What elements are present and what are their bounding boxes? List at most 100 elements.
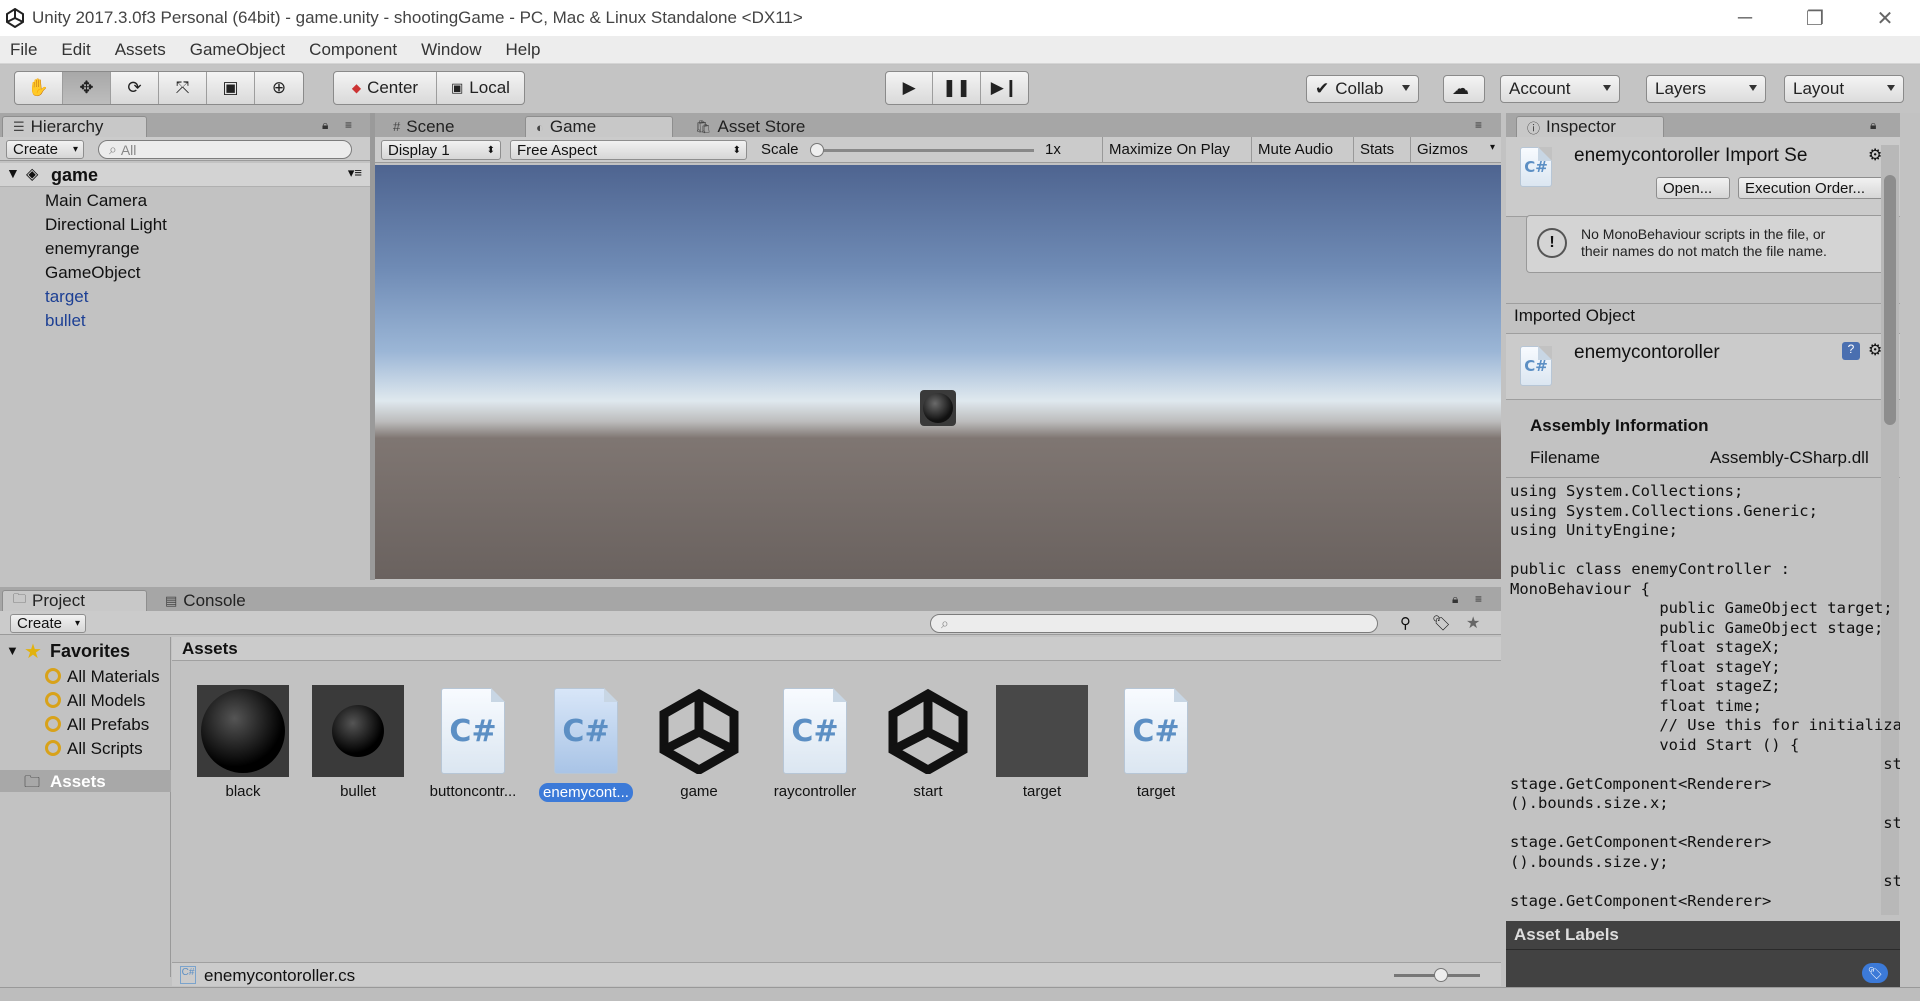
favorites-item[interactable]: All Scripts	[45, 739, 143, 759]
display-dropdown[interactable]: Display 1 ⬍	[381, 140, 501, 160]
scale-label: Scale	[761, 141, 799, 158]
step-icon[interactable]: ▶❙	[981, 72, 1028, 104]
tag-icon[interactable]: 🏷︎	[1862, 963, 1888, 983]
stats-toggle[interactable]: Stats	[1353, 137, 1400, 162]
hierarchy-create-dropdown[interactable]: Create ▾	[6, 140, 84, 159]
asset-tile[interactable]: black	[188, 685, 298, 800]
game-viewport[interactable]	[375, 165, 1501, 579]
gizmos-dropdown[interactable]: Gizmos ▾	[1410, 137, 1501, 162]
panel-menu-icon[interactable]: ≡	[1475, 118, 1495, 132]
lock-icon[interactable]: 🔒︎	[1870, 118, 1890, 132]
scale-slider[interactable]	[812, 149, 1034, 152]
scrollbar-thumb[interactable]	[1884, 175, 1896, 425]
tab-project[interactable]: 🗀 Project	[2, 590, 147, 611]
project-search-input[interactable]: ⌕	[930, 614, 1378, 633]
grid-icon: #	[393, 119, 401, 134]
asset-tile-selected[interactable]: C# enemycont...	[531, 685, 641, 807]
icon-size-slider-thumb[interactable]	[1434, 968, 1448, 982]
menu-component[interactable]: Component	[309, 40, 397, 60]
filter-type-icon[interactable]: ⚲	[1400, 614, 1411, 632]
asset-tile[interactable]: game	[644, 685, 754, 800]
console-tab-label: Console	[183, 590, 246, 610]
hierarchy-search-input[interactable]: ⌕ All	[98, 140, 352, 159]
hierarchy-item[interactable]: bullet	[45, 311, 86, 331]
play-icon[interactable]: ▶	[886, 72, 934, 104]
hierarchy-item[interactable]: GameObject	[45, 263, 140, 283]
rotate-tool-icon[interactable]: ⟳	[111, 72, 159, 104]
menu-help[interactable]: Help	[506, 40, 541, 60]
tab-hierarchy[interactable]: ☰ Hierarchy	[2, 116, 147, 137]
help-icon[interactable]: ?	[1842, 342, 1860, 360]
tab-scene[interactable]: # Scene	[383, 116, 523, 137]
maximize-on-play-toggle[interactable]: Maximize On Play	[1102, 137, 1236, 162]
hierarchy-item[interactable]: Directional Light	[45, 215, 167, 235]
pivot-local-button[interactable]: ▣ Local	[437, 72, 524, 104]
expand-arrow-icon[interactable]: ▼	[6, 165, 20, 181]
mute-audio-toggle[interactable]: Mute Audio	[1251, 137, 1339, 162]
open-button[interactable]: Open...	[1656, 177, 1730, 199]
favorites-item[interactable]: All Prefabs	[45, 715, 149, 735]
restore-button[interactable]: ❐	[1780, 0, 1850, 36]
menu-assets[interactable]: Assets	[115, 40, 166, 60]
csharp-file-icon: C#	[1520, 346, 1552, 386]
project-create-dropdown[interactable]: Create ▾	[10, 614, 86, 633]
hierarchy-item[interactable]: enemyrange	[45, 239, 140, 259]
tab-inspector[interactable]: ⓘ Inspector	[1516, 116, 1664, 137]
scale-slider-thumb[interactable]	[810, 143, 824, 157]
asset-tile[interactable]: C# raycontroller	[760, 685, 870, 800]
pivot-center-button[interactable]: ◆ Center	[334, 72, 437, 104]
transform-tool-icon[interactable]: ⊕	[255, 72, 303, 104]
assets-folder-row[interactable]: 🗀 Assets	[0, 770, 171, 792]
execution-order-button[interactable]: Execution Order...	[1738, 177, 1886, 199]
close-button[interactable]: ✕	[1850, 0, 1920, 36]
unity-scene-icon	[882, 685, 974, 777]
menu-bar: File Edit Assets GameObject Component Wi…	[0, 36, 1920, 64]
hierarchy-tab-label: Hierarchy	[30, 117, 104, 136]
asset-tile[interactable]: C# buttoncontr...	[418, 685, 528, 800]
layers-dropdown[interactable]: Layers	[1646, 75, 1766, 103]
rect-tool-icon[interactable]: ▣	[207, 72, 255, 104]
tab-game[interactable]: ◐ Game	[525, 116, 673, 137]
csharp-file-icon: C#	[1520, 147, 1552, 187]
scene-row[interactable]: ▼ ◈ game ▾≡	[0, 163, 370, 187]
breadcrumb[interactable]: Assets	[182, 639, 238, 659]
tab-asset-store[interactable]: 🛍︎ Asset Store	[685, 116, 845, 137]
tab-console[interactable]: ▤ Console	[155, 590, 275, 611]
scale-tool-icon[interactable]: ⤧	[159, 72, 207, 104]
search-icon	[45, 716, 61, 732]
check-icon: ✔	[1315, 79, 1330, 98]
pause-icon[interactable]: ❚❚	[933, 72, 981, 104]
collab-dropdown[interactable]: ✔ Collab	[1306, 75, 1419, 103]
expand-arrow-icon[interactable]: ▼	[6, 643, 19, 658]
favorites-item[interactable]: All Materials	[45, 667, 160, 687]
account-dropdown[interactable]: Account	[1500, 75, 1620, 103]
asset-tile[interactable]: C# target	[1101, 685, 1211, 800]
favorites-label[interactable]: Favorites	[50, 641, 130, 662]
menu-gameobject[interactable]: GameObject	[190, 40, 285, 60]
title-bar: Unity 2017.3.0f3 Personal (64bit) - game…	[0, 0, 1920, 36]
hand-tool-icon[interactable]: ✋	[15, 72, 63, 104]
favorites-item[interactable]: All Models	[45, 691, 145, 711]
lock-icon[interactable]: 🔒︎	[322, 118, 342, 132]
asset-tile[interactable]: bullet	[303, 685, 413, 800]
panel-menu-icon[interactable]: ≡	[345, 118, 365, 132]
unity-logo-icon	[0, 0, 30, 36]
star-icon[interactable]: ★	[1466, 613, 1480, 633]
menu-file[interactable]: File	[10, 40, 37, 60]
panel-menu-icon[interactable]: ≡	[1475, 592, 1495, 606]
asset-tile[interactable]: start	[873, 685, 983, 800]
aspect-dropdown[interactable]: Free Aspect ⬍	[510, 140, 747, 160]
hierarchy-item[interactable]: Main Camera	[45, 191, 147, 211]
asset-tile[interactable]: target	[987, 685, 1097, 800]
minimize-button[interactable]: ─	[1710, 0, 1780, 36]
main-toolbar: ✋ ✥ ⟳ ⤧ ▣ ⊕ ◆ Center ▣ Local ▶ ❚❚ ▶❙ ✔ Coll…	[0, 65, 1920, 113]
menu-window[interactable]: Window	[421, 40, 481, 60]
hierarchy-item[interactable]: target	[45, 287, 88, 307]
filter-label-icon[interactable]: 🏷︎	[1432, 614, 1451, 632]
cloud-button[interactable]: ☁	[1443, 75, 1485, 103]
move-tool-icon[interactable]: ✥	[63, 72, 111, 104]
lock-icon[interactable]: 🔒︎	[1452, 592, 1472, 606]
menu-edit[interactable]: Edit	[61, 40, 90, 60]
layout-dropdown[interactable]: Layout	[1784, 75, 1904, 103]
scene-menu-icon[interactable]: ▾≡	[348, 165, 362, 181]
